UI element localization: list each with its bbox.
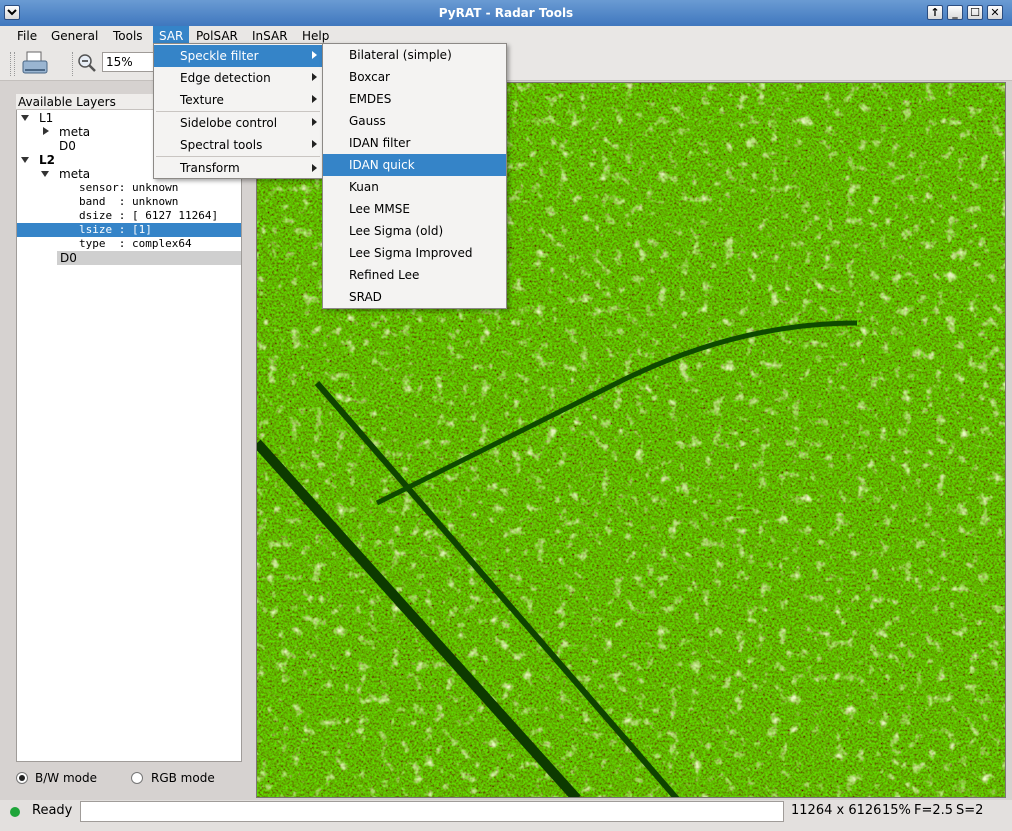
meta-dsize[interactable]: dsize : [ 6127 11264] [79,209,218,223]
keep-above-button[interactable]: ↑ [927,5,943,20]
toolbar-grip[interactable] [10,52,15,76]
submenu-arrow-icon [312,51,317,59]
menu-idan-quick[interactable]: IDAN quick [323,154,506,176]
status-indicator-icon [10,807,20,817]
tree-item-l2[interactable]: L2 [39,153,55,167]
image-dimensions: 11264 x 6126 [791,803,882,818]
submenu-arrow-icon [312,164,317,172]
menu-tools[interactable]: Tools [107,26,149,46]
bw-mode-radio[interactable] [16,772,28,784]
rgb-mode-label[interactable]: RGB mode [151,771,215,785]
menu-idan-filter[interactable]: IDAN filter [323,132,506,154]
menu-lee-sigma-improved[interactable]: Lee Sigma Improved [323,242,506,264]
menu-edge-detection[interactable]: Edge detection [154,67,322,89]
menu-lee-sigma-old[interactable]: Lee Sigma (old) [323,220,506,242]
menu-bilateral[interactable]: Bilateral (simple) [323,44,506,66]
meta-type[interactable]: type : complex64 [79,237,192,251]
status-zoom: 15% [882,803,911,818]
sar-menu: Speckle filter Edge detection Texture Si… [153,43,323,179]
status-s-value: S=2 [956,803,984,818]
tree-item-l1-d0[interactable]: D0 [59,139,76,153]
zoom-out-button[interactable] [76,52,98,77]
bw-mode-label[interactable]: B/W mode [35,771,97,785]
meta-sensor[interactable]: sensor: unknown [79,181,178,195]
minimize-button[interactable]: _ [947,5,963,20]
submenu-arrow-icon [312,73,317,81]
menu-texture[interactable]: Texture [154,89,322,111]
menu-refined-lee[interactable]: Refined Lee [323,264,506,286]
menu-sidelobe-control[interactable]: Sidelobe control [154,112,322,134]
submenu-arrow-icon [312,118,317,126]
tree-item-l1[interactable]: L1 [39,111,53,125]
menu-kuan[interactable]: Kuan [323,176,506,198]
status-message-field [80,801,784,822]
menu-srad[interactable]: SRAD [323,286,506,308]
tree-item-l1-meta[interactable]: meta [59,125,90,139]
speckle-filter-submenu: Bilateral (simple) Boxcar EMDES Gauss ID… [322,43,507,309]
status-text: Ready [32,803,73,818]
menu-speckle-filter[interactable]: Speckle filter [154,45,322,67]
meta-band[interactable]: band : unknown [79,195,178,209]
close-button[interactable]: ✕ [987,5,1003,20]
menu-general[interactable]: General [45,26,104,46]
tree-item-l2-meta[interactable]: meta [59,167,90,181]
menu-transform[interactable]: Transform [154,157,322,179]
zoom-field[interactable]: 15% [102,52,158,72]
zoom-out-icon [78,54,96,72]
maximize-button[interactable]: ☐ [967,5,983,20]
menu-gauss[interactable]: Gauss [323,110,506,132]
collapse-meta-icon[interactable] [41,171,49,177]
tree-item-l2-d0[interactable]: D0 [60,251,77,265]
d0-row-highlight [57,251,241,265]
meta-lsize[interactable]: lsize : [1] [79,223,152,237]
submenu-arrow-icon [312,95,317,103]
scanner-icon [22,51,48,74]
menu-file[interactable]: File [11,26,43,46]
menu-spectral-tools[interactable]: Spectral tools [154,134,322,156]
expand-meta-icon[interactable] [43,127,49,135]
menu-emdes[interactable]: EMDES [323,88,506,110]
menu-boxcar[interactable]: Boxcar [323,66,506,88]
window-title: PyRAT - Radar Tools [438,6,574,20]
menu-lee-mmse[interactable]: Lee MMSE [323,198,506,220]
collapse-l2-icon[interactable] [21,157,29,163]
open-file-button[interactable] [21,50,49,81]
submenu-arrow-icon [312,140,317,148]
collapse-l1-icon[interactable] [21,115,29,121]
rgb-mode-radio[interactable] [131,772,143,784]
status-f-value: F=2.5 [914,803,954,818]
